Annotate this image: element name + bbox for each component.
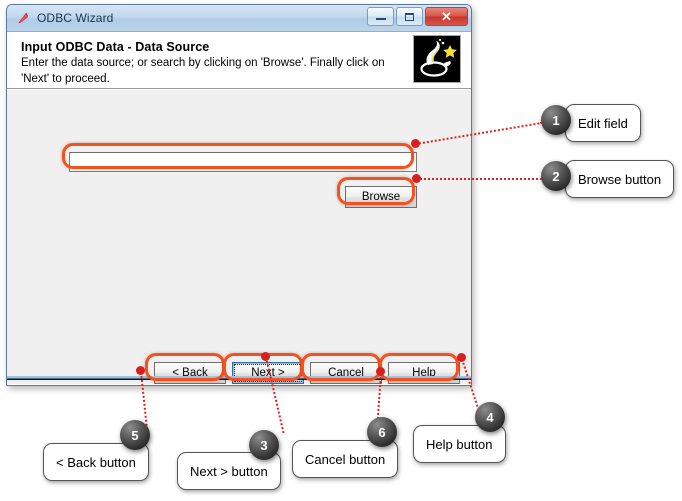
callout-6-label: Cancel button <box>292 440 399 478</box>
help-button[interactable]: Help <box>388 362 460 384</box>
window-controls: ✕ <box>367 7 468 26</box>
close-button[interactable]: ✕ <box>425 7 468 26</box>
cancel-button-wrap: Cancel <box>310 362 382 384</box>
maximize-icon <box>405 12 414 21</box>
screenshot-canvas: ODBC Wizard ✕ Input ODBC Data - Data Sou… <box>0 0 682 501</box>
browse-button[interactable]: Browse <box>345 186 417 208</box>
odbc-wizard-window: ODBC Wizard ✕ Input ODBC Data - Data Sou… <box>6 4 472 386</box>
page-title: Input ODBC Data - Data Source <box>21 40 210 54</box>
callout-4-label: Help button <box>413 425 506 463</box>
page-instructions: Enter the data source; or search by clic… <box>21 57 385 85</box>
wizard-button-row: < Back Next > Cancel Help <box>154 362 460 384</box>
data-source-input[interactable] <box>69 152 417 172</box>
maximize-button[interactable] <box>396 7 423 26</box>
back-button[interactable]: < Back <box>154 362 226 384</box>
browse-button-label: Browse <box>361 191 401 203</box>
cancel-button[interactable]: Cancel <box>310 362 382 384</box>
next-button-wrap: Next > <box>232 362 304 384</box>
callout-4-badge: 4 <box>475 402 505 432</box>
help-button-wrap: Help <box>388 362 460 384</box>
minimize-button[interactable] <box>367 7 394 26</box>
minimize-icon <box>375 18 386 20</box>
back-button-wrap: < Back <box>154 362 226 384</box>
callout-2-badge: 2 <box>541 161 571 191</box>
window-bottom-edge <box>7 376 471 380</box>
genie-lamp-logo-icon <box>413 35 461 83</box>
callout-1-label: Edit field <box>565 104 641 142</box>
callout-1-badge: 1 <box>541 105 571 135</box>
wizard-header: Input ODBC Data - Data Source Enter the … <box>7 32 471 89</box>
callout-5-label: < Back button <box>43 443 149 481</box>
callout-6-badge: 6 <box>367 417 397 447</box>
window-title: ODBC Wizard <box>37 11 114 25</box>
close-icon: ✕ <box>441 9 452 24</box>
callout-3-badge: 3 <box>249 430 279 460</box>
callout-3-label: Next > button <box>177 452 281 490</box>
callout-5-badge: 5 <box>120 420 150 450</box>
window-titlebar[interactable]: ODBC Wizard ✕ <box>7 5 471 32</box>
callout-2-label: Browse button <box>565 160 675 198</box>
odbc-wizard-arrow-icon <box>15 10 31 26</box>
next-button[interactable]: Next > <box>232 362 304 384</box>
wizard-body: Browse < Back Next > Cancel Help <box>7 89 471 384</box>
